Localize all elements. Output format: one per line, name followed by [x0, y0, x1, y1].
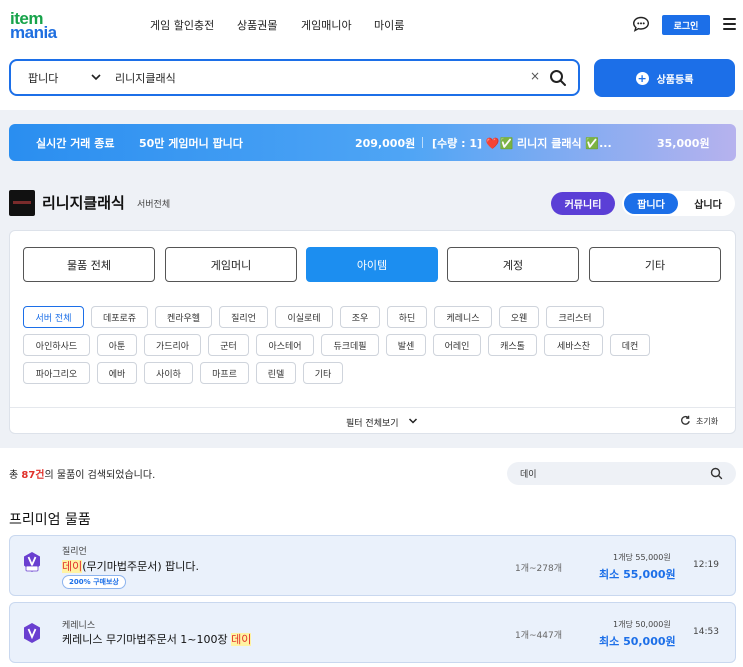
seller-grade-badge-icon	[24, 552, 40, 572]
server-chip[interactable]: 이실로테	[275, 306, 333, 328]
result-number: 87건	[21, 470, 45, 481]
seller-grade-badge-icon	[24, 623, 40, 643]
register-item-label: 상품등록	[656, 74, 694, 86]
compensation-badge: 200% 구매보상	[62, 575, 126, 589]
server-chip[interactable]: 사이하	[144, 362, 193, 384]
listing-title-text: (무기마법주문서) 팝니다.	[82, 560, 200, 573]
result-suffix: 의 물품이 검색되었습니다.	[44, 470, 156, 481]
sell-buy-toggle: 팝니다 삽니다	[622, 191, 735, 216]
login-button[interactable]: 로그인	[662, 15, 710, 35]
listing-title[interactable]: 케레니스 무기마법주문서 1~100장 데이	[62, 631, 252, 647]
listing-time: 14:53	[693, 627, 719, 637]
nav-giftcard-mall[interactable]: 상품권몰	[237, 17, 277, 33]
category-all[interactable]: 물품 전체	[23, 247, 155, 282]
plus-icon: +	[635, 71, 649, 85]
listing-quantity: 1개~447개	[515, 631, 563, 641]
live-banner-label: 실시간 거래 종료	[36, 137, 115, 150]
reset-icon[interactable]	[680, 415, 691, 426]
filter-show-all-button[interactable]: 필터 전체보기	[346, 416, 399, 429]
listing-min-price: 최소 55,000원	[599, 568, 676, 581]
listing-unit-price: 1개당 50,000원	[613, 620, 671, 629]
listing-unit-price: 1개당 55,000원	[613, 553, 671, 562]
server-chip[interactable]: 파아그리오	[23, 362, 90, 384]
buy-tab[interactable]: 삽니다	[682, 193, 734, 214]
listing-quantity: 1개~278개	[515, 564, 563, 574]
category-game-money[interactable]: 게임머니	[165, 247, 297, 282]
reset-filter-button[interactable]: 초기화	[696, 416, 718, 427]
listing-card[interactable]: 질리언 데이(무기마법주문서) 팝니다. 200% 구매보상 1개~278개 1…	[9, 535, 736, 596]
filter-divider	[10, 407, 735, 408]
live-item1-price: 209,000원	[355, 137, 416, 150]
listing-title[interactable]: 데이(무기마법주문서) 팝니다.	[62, 558, 199, 574]
search-type-select[interactable]: 팝니다	[28, 70, 58, 86]
listing-server: 케레니스	[62, 621, 96, 631]
result-prefix: 총	[9, 470, 22, 481]
server-chip-all[interactable]: 서버 전체	[23, 306, 84, 328]
listing-card[interactable]: 케레니스 케레니스 무기마법주문서 1~100장 데이 1개~447개 1개당 …	[9, 602, 736, 663]
search-input[interactable]: 리니지클래식	[115, 70, 176, 86]
server-chip[interactable]: 기타	[303, 362, 343, 384]
game-title: 리니지클래식	[42, 194, 125, 212]
category-item[interactable]: 아이템	[306, 247, 438, 282]
hamburger-menu-icon[interactable]	[723, 18, 736, 30]
game-server-label: 서버전체	[137, 200, 171, 210]
sell-tab[interactable]: 팝니다	[624, 193, 678, 214]
site-logo[interactable]: item mania	[10, 9, 80, 42]
server-chip[interactable]: 군터	[208, 334, 249, 356]
server-chip[interactable]: 케레니스	[434, 306, 492, 328]
server-chip[interactable]: 발센	[386, 334, 426, 356]
server-chip[interactable]: 에바	[97, 362, 137, 384]
live-item2-title: [수량 : 1] ❤️✅ 리니지 클래식 ✅...	[432, 137, 612, 150]
search-bar: 팝니다 리니지클래식 ×	[9, 59, 580, 96]
server-chip[interactable]: 가드리아	[144, 334, 201, 356]
listing-time: 12:19	[693, 560, 719, 570]
listing-title-text: 케레니스 무기마법주문서 1~100장	[62, 633, 232, 646]
result-search-box[interactable]: 데이	[507, 462, 736, 485]
server-chip[interactable]: 데컨	[610, 334, 650, 356]
premium-section-title: 프리미엄 물품	[9, 512, 91, 528]
server-chip[interactable]: 아인하사드	[23, 334, 90, 356]
search-icon[interactable]	[549, 69, 567, 87]
chevron-down-icon[interactable]	[90, 71, 102, 83]
server-chip[interactable]: 조우	[340, 306, 380, 328]
search-icon[interactable]	[710, 467, 723, 480]
server-chip[interactable]: 린델	[256, 362, 296, 384]
server-chip[interactable]: 하딘	[387, 306, 427, 328]
server-chip[interactable]: 크리스터	[546, 306, 604, 328]
server-chip[interactable]: 어레인	[433, 334, 481, 356]
nav-gamemania[interactable]: 게임매니아	[301, 17, 352, 33]
chat-icon[interactable]	[632, 16, 650, 32]
category-etc[interactable]: 기타	[589, 247, 721, 282]
nav-myroom[interactable]: 마이룸	[374, 17, 404, 33]
server-chip[interactable]: 마프르	[200, 362, 249, 384]
server-chip[interactable]: 켄라우헬	[155, 306, 212, 328]
server-chip[interactable]: 세바스찬	[544, 334, 603, 356]
category-account[interactable]: 계정	[447, 247, 579, 282]
listing-min-price: 최소 50,000원	[599, 635, 676, 648]
logo-bottom-text: mania	[10, 23, 57, 42]
community-button[interactable]: 커뮤니티	[551, 192, 615, 215]
server-chip[interactable]: 아툰	[97, 334, 137, 356]
live-item1-title: 50만 게임머니 팝니다	[139, 137, 243, 150]
live-item2-price: 35,000원	[657, 137, 710, 150]
chevron-down-icon[interactable]	[408, 416, 418, 426]
nav-game-discount[interactable]: 게임 할인충전	[150, 17, 214, 33]
highlight-keyword: 데이	[62, 560, 83, 573]
listing-server: 질리언	[62, 547, 87, 557]
highlight-keyword: 데이	[231, 633, 252, 646]
register-item-button[interactable]: + 상품등록	[594, 59, 735, 97]
game-thumbnail	[9, 190, 35, 216]
clear-search-icon[interactable]: ×	[530, 69, 540, 83]
banner-divider	[422, 137, 423, 148]
server-chip[interactable]: 데포로쥬	[91, 306, 148, 328]
server-chip[interactable]: 질리언	[219, 306, 268, 328]
server-chip[interactable]: 듀크데필	[321, 334, 379, 356]
server-chip[interactable]: 오웬	[499, 306, 539, 328]
result-search-input[interactable]: 데이	[520, 467, 537, 480]
server-chip[interactable]: 아스테어	[256, 334, 314, 356]
server-chip[interactable]: 캐스톨	[488, 334, 537, 356]
result-count: 총 87건의 물품이 검색되었습니다.	[9, 466, 155, 481]
live-trade-banner[interactable]: 실시간 거래 종료 50만 게임머니 팝니다 209,000원 [수량 : 1]…	[9, 124, 736, 161]
